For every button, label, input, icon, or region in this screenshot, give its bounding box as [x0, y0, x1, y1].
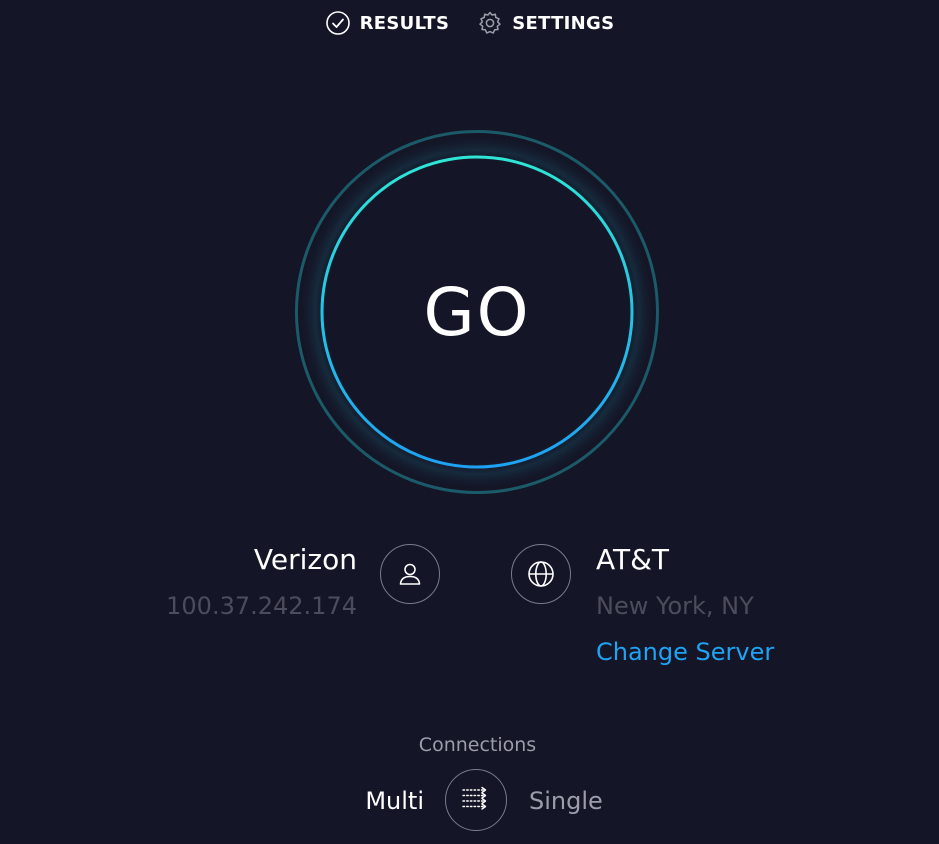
gear-icon	[477, 10, 503, 36]
settings-label: SETTINGS	[512, 12, 615, 34]
speedtest-page: RESULTS SETTINGS GO Verizon 100.37.242.1…	[0, 0, 939, 844]
user-icon	[380, 544, 440, 604]
go-button-wrapper: GO	[295, 130, 659, 494]
results-label: RESULTS	[359, 12, 450, 34]
globe-icon	[511, 544, 571, 604]
isp-ip-address: 100.37.242.174	[166, 592, 357, 620]
server-location: New York, NY	[596, 592, 754, 620]
connections-toggle-icon	[459, 781, 493, 819]
settings-link[interactable]: SETTINGS	[477, 10, 614, 36]
go-label: GO	[423, 273, 531, 351]
connections-toggle-button[interactable]	[445, 769, 507, 831]
results-link[interactable]: RESULTS	[325, 10, 450, 36]
top-nav: RESULTS SETTINGS	[0, 8, 939, 38]
check-circle-icon	[325, 10, 351, 36]
go-button[interactable]: GO	[322, 157, 632, 467]
change-server-link[interactable]: Change Server	[596, 638, 774, 666]
server-name: AT&T	[596, 543, 670, 576]
connections-multi-option[interactable]: Multi	[365, 787, 424, 815]
isp-name: Verizon	[253, 543, 357, 576]
connections-single-option[interactable]: Single	[529, 787, 603, 815]
connections-title: Connections	[418, 734, 537, 756]
